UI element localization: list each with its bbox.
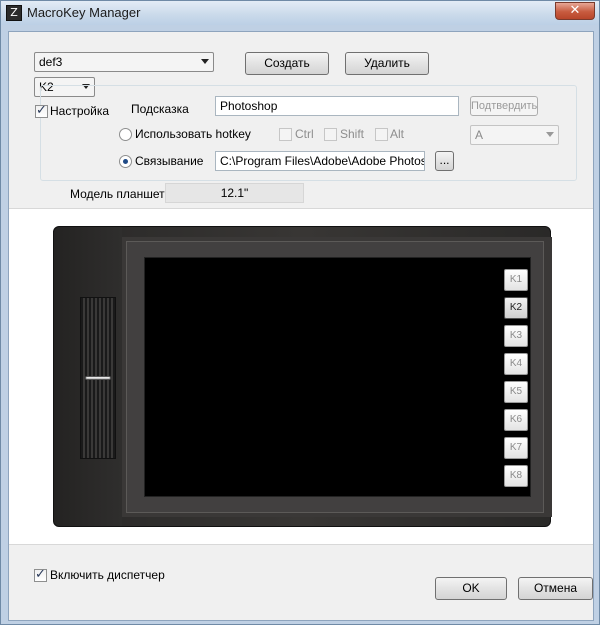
hotkey-key-value: A bbox=[475, 128, 484, 142]
ctrl-checkbox[interactable] bbox=[279, 128, 292, 141]
alt-label: Alt bbox=[390, 127, 405, 141]
settings-checkbox[interactable] bbox=[35, 103, 48, 118]
confirm-button[interactable]: Подтвердить bbox=[470, 96, 538, 116]
tablet-key-k3[interactable]: K3 bbox=[504, 325, 528, 347]
ok-button[interactable]: OK bbox=[435, 577, 507, 600]
enable-manager-checkbox[interactable] bbox=[34, 567, 47, 582]
tablet-model-label: Модель планшета bbox=[70, 187, 172, 201]
ctrl-label: Ctrl bbox=[295, 127, 314, 141]
tablet-model-value: 12.1" bbox=[165, 183, 304, 203]
tablet-key-k5[interactable]: K5 bbox=[504, 381, 528, 403]
app-icon: Z bbox=[6, 5, 22, 21]
macrokey-window: Z MacroKey Manager ✕ def3 Создать Удалит… bbox=[0, 0, 600, 625]
browse-button[interactable]: ... bbox=[435, 151, 454, 171]
settings-label: Настройка bbox=[50, 104, 110, 118]
tablet-key-k7[interactable]: K7 bbox=[504, 437, 528, 459]
tablet-key-k2[interactable]: K2 bbox=[504, 297, 528, 319]
tablet-image: K1 K2 K3 K4 K5 K6 K7 K8 bbox=[53, 226, 552, 527]
tablet-key-k8[interactable]: K8 bbox=[504, 465, 528, 487]
hint-input[interactable]: Photoshop bbox=[215, 96, 459, 116]
tablet-screen bbox=[144, 257, 531, 497]
shift-checkbox[interactable] bbox=[324, 128, 337, 141]
hint-label: Подсказка bbox=[131, 102, 189, 116]
create-button[interactable]: Создать bbox=[245, 52, 329, 75]
chevron-down-icon bbox=[201, 59, 209, 64]
profile-select[interactable]: def3 bbox=[34, 52, 214, 72]
chevron-down-icon bbox=[546, 132, 554, 137]
binding-radio[interactable] bbox=[119, 155, 132, 168]
delete-button[interactable]: Удалить bbox=[345, 52, 429, 75]
tablet-key-k1[interactable]: K1 bbox=[504, 269, 528, 291]
tablet-preview-panel: K1 K2 K3 K4 K5 K6 K7 K8 bbox=[9, 208, 593, 545]
window-title: MacroKey Manager bbox=[27, 5, 141, 20]
title-bar[interactable]: Z MacroKey Manager ✕ bbox=[1, 1, 599, 25]
alt-checkbox[interactable] bbox=[375, 128, 388, 141]
shift-label: Shift bbox=[340, 127, 365, 141]
use-hotkey-radio[interactable] bbox=[119, 128, 132, 141]
tablet-grip-handle bbox=[85, 376, 111, 380]
client-area: def3 Создать Удалить K2 Настройка Подска… bbox=[8, 31, 594, 621]
use-hotkey-label: Использовать hotkey bbox=[135, 127, 251, 141]
tablet-key-k4[interactable]: K4 bbox=[504, 353, 528, 375]
binding-path-input[interactable]: C:\Program Files\Adobe\Adobe Photoshop bbox=[215, 151, 425, 171]
profile-select-value: def3 bbox=[39, 55, 63, 69]
hotkey-key-select[interactable]: A bbox=[470, 125, 559, 145]
cancel-button[interactable]: Отмена bbox=[518, 577, 593, 600]
enable-manager-label: Включить диспетчер bbox=[50, 568, 165, 582]
close-button[interactable]: ✕ bbox=[555, 2, 595, 20]
tablet-key-k6[interactable]: K6 bbox=[504, 409, 528, 431]
binding-label: Связывание bbox=[135, 154, 204, 168]
